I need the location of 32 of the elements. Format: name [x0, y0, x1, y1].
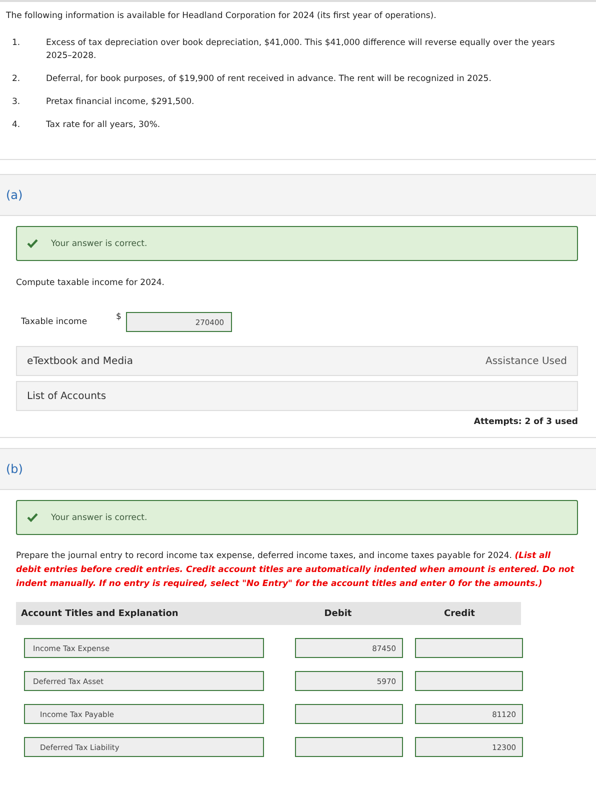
column-header: Debit	[323, 608, 353, 618]
field-label: Taxable income	[21, 317, 88, 327]
fact-text: Pretax financial income, $291,500.	[46, 96, 196, 109]
attempts-text: Attempts: 2 of 3 used	[472, 417, 578, 427]
checkmark-icon	[27, 513, 38, 522]
credit-field[interactable]	[415, 638, 523, 658]
feedback-text: Your answer is correct.	[51, 238, 148, 248]
list-number: 3.	[11, 96, 22, 109]
part-header: (a)	[0, 174, 596, 216]
resource-title[interactable]: eTextbook and Media	[27, 356, 133, 366]
part-header: (b)	[0, 448, 596, 490]
assistance-note: Assistance Used	[486, 356, 567, 366]
resource-title[interactable]: List of Accounts	[27, 390, 106, 402]
question-text: Prepare the journal entry to record income tax expense, deferred income taxes, and income taxes payable for 2024. (List all debit entries before credit entries. Credit account titles are automatically indented when amount is entered. Do not indent manually. If no entry is required, select "No Entry" for the account titles and enter 0 for the amounts.)	[16, 550, 576, 591]
intro-text: The following information is available for Headland Corporation for 2024 (its first year of operations).	[5, 10, 438, 21]
fact-text: Tax rate for all years, 30%.	[46, 119, 162, 132]
debit-field[interactable]	[295, 737, 403, 757]
column-header: Account Titles and Explanation	[20, 608, 180, 618]
list-number: 2.	[11, 73, 22, 86]
resource-bar[interactable]: List of Accounts	[16, 381, 578, 411]
fact-text: Deferral, for book purposes, of $19,900 of rent received in advance. The rent will be recognized in 2025.	[46, 73, 492, 86]
currency-sign: $	[116, 312, 122, 322]
list-number: 1.	[11, 37, 22, 50]
credit-field[interactable]	[415, 671, 523, 691]
question-text: Compute taxable income for 2024.	[16, 278, 166, 288]
feedback-text: Your answer is correct.	[51, 512, 148, 522]
list-number: 4.	[11, 119, 22, 132]
column-header: Credit	[443, 608, 476, 618]
checkmark-icon	[27, 239, 38, 248]
debit-field[interactable]	[295, 704, 403, 724]
resource-bar[interactable]: eTextbook and Media Assistance Used	[16, 346, 578, 376]
fact-text: Excess of tax depreciation over book depreciation, $41,000. This $41,000 difference will reverse equally over the years 2025–2028.	[46, 37, 556, 63]
